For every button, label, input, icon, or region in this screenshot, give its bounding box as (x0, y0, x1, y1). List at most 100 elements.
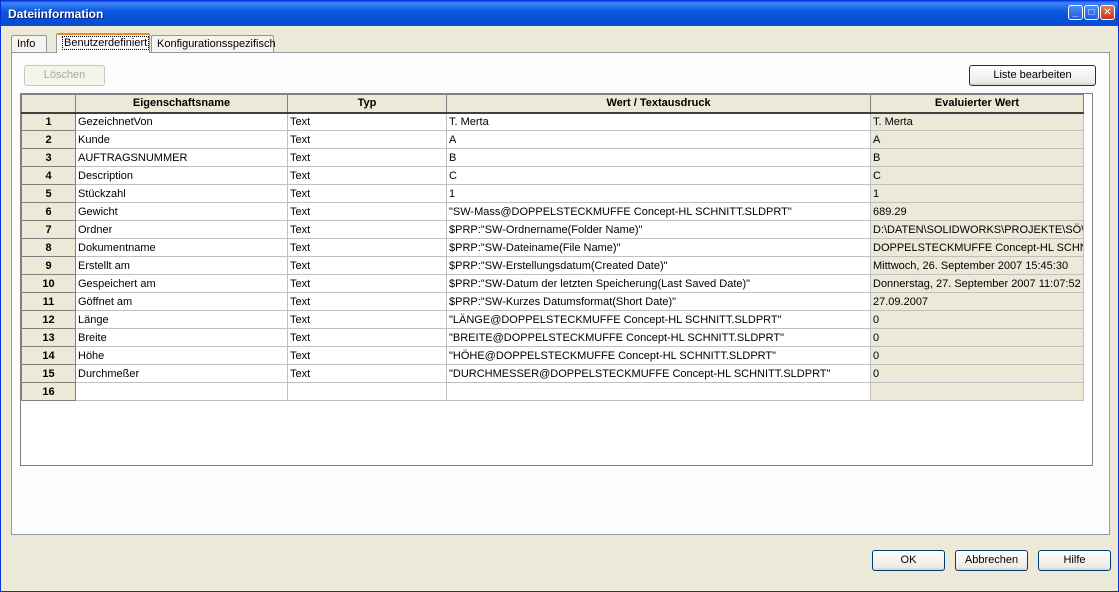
close-icon[interactable]: ✕ (1100, 5, 1115, 20)
row-number[interactable]: 14 (21, 346, 76, 365)
value-cell[interactable]: T. Merta (446, 112, 871, 131)
row-number[interactable]: 1 (21, 112, 76, 131)
table-row[interactable]: 5 Stückzahl Text 1 1 (21, 184, 1084, 203)
type-cell[interactable]: Text (287, 328, 447, 347)
value-cell[interactable]: 1 (446, 184, 871, 203)
row-number[interactable]: 6 (21, 202, 76, 221)
property-name-cell[interactable] (75, 382, 288, 401)
row-number[interactable]: 8 (21, 238, 76, 257)
title-bar[interactable]: Dateiinformation _ □ ✕ (1, 1, 1118, 26)
tab-benutzerdefiniert[interactable]: Benutzerdefiniert (56, 33, 150, 53)
table-row[interactable]: 9 Erstellt am Text $PRP:"SW-Erstellungsdatu… (21, 256, 1084, 275)
table-row[interactable]: 1 GezeichnetVon Text T. Merta T. Merta (21, 112, 1084, 131)
value-cell[interactable]: "DURCHMESSER@DOPPELSTECKMUFFE Concept-HL… (446, 364, 871, 383)
value-cell[interactable]: "BREITE@DOPPELSTECKMUFFE Concept-HL SCHN… (446, 328, 871, 347)
value-cell[interactable]: $PRP:"SW-Datum der letzten Speicherung(L… (446, 274, 871, 293)
table-row[interactable]: 12 Länge Text "LÄNGE@DOPPELSTECKMUFFE Conce… (21, 310, 1084, 329)
cancel-button[interactable]: Abbrechen (955, 550, 1028, 571)
row-number[interactable]: 10 (21, 274, 76, 293)
property-name-cell[interactable]: Kunde (75, 130, 288, 149)
table-row[interactable]: 7 Ordner Text $PRP:"SW-Ordnername(Folder Na… (21, 220, 1084, 239)
row-number[interactable]: 12 (21, 310, 76, 329)
table-row[interactable]: 14 Höhe Text "HÖHE@DOPPELSTECKMUFFE Concept… (21, 346, 1084, 365)
type-cell[interactable]: Text (287, 166, 447, 185)
value-cell[interactable]: "HÖHE@DOPPELSTECKMUFFE Concept-HL SCHNIT… (446, 346, 871, 365)
maximize-icon[interactable]: □ (1084, 5, 1099, 20)
column-header-value[interactable]: Wert / Textausdruck (446, 94, 871, 114)
table-row[interactable]: 13 Breite Text "BREITE@DOPPELSTECKMUFFE Con… (21, 328, 1084, 347)
table-row[interactable]: 10 Gespeichert am Text $PRP:"SW-Datum der l… (21, 274, 1084, 293)
row-number[interactable]: 7 (21, 220, 76, 239)
table-row[interactable]: 16 (21, 382, 1084, 401)
row-number[interactable]: 4 (21, 166, 76, 185)
value-cell[interactable]: B (446, 148, 871, 167)
type-cell[interactable]: Text (287, 130, 447, 149)
value-cell[interactable] (446, 382, 871, 401)
value-cell[interactable]: $PRP:"SW-Erstellungsdatum(Created Date)" (446, 256, 871, 275)
edit-list-button[interactable]: Liste bearbeiten (969, 65, 1096, 86)
property-name-cell[interactable]: Länge (75, 310, 288, 329)
property-name-cell[interactable]: Dokumentname (75, 238, 288, 257)
type-cell[interactable]: Text (287, 220, 447, 239)
property-name-cell[interactable]: GezeichnetVon (75, 112, 288, 131)
delete-button[interactable]: Löschen (24, 65, 105, 86)
table-row[interactable]: 15 Durchmeßer Text "DURCHMESSER@DOPPELSTECK… (21, 364, 1084, 383)
table-row[interactable]: 2 Kunde Text A A (21, 130, 1084, 149)
property-name-cell[interactable]: Höhe (75, 346, 288, 365)
table-row[interactable]: 3 AUFTRAGSNUMMER Text B B (21, 148, 1084, 167)
column-header-evaluated[interactable]: Evaluierter Wert (870, 94, 1084, 114)
type-cell[interactable]: Text (287, 364, 447, 383)
table-row[interactable]: 11 Göffnet am Text $PRP:"SW-Kurzes Datumsfo… (21, 292, 1084, 311)
type-cell[interactable]: Text (287, 310, 447, 329)
value-cell[interactable]: "SW-Mass@DOPPELSTECKMUFFE Concept-HL SCH… (446, 202, 871, 221)
property-name-cell[interactable]: Breite (75, 328, 288, 347)
column-header-name[interactable]: Eigenschaftsname (75, 94, 288, 114)
minimize-icon[interactable]: _ (1068, 5, 1083, 20)
property-name-cell[interactable]: Stückzahl (75, 184, 288, 203)
table-row[interactable]: 6 Gewicht Text "SW-Mass@DOPPELSTECKMUFFE Co… (21, 202, 1084, 221)
type-cell[interactable]: Text (287, 184, 447, 203)
type-cell[interactable]: Text (287, 292, 447, 311)
type-cell[interactable]: Text (287, 112, 447, 131)
value-cell[interactable]: $PRP:"SW-Dateiname(File Name)" (446, 238, 871, 257)
row-number[interactable]: 2 (21, 130, 76, 149)
evaluated-value-cell: 27.09.2007 (870, 292, 1084, 311)
type-cell[interactable]: Text (287, 202, 447, 221)
value-cell[interactable]: C (446, 166, 871, 185)
tab-konfigurationsspezifisch[interactable]: Konfigurationsspezifisch (151, 35, 276, 53)
help-button[interactable]: Hilfe (1038, 550, 1111, 571)
value-cell[interactable]: A (446, 130, 871, 149)
type-cell[interactable]: Text (287, 274, 447, 293)
type-cell[interactable]: Text (287, 256, 447, 275)
type-cell[interactable]: Text (287, 346, 447, 365)
property-name-cell[interactable]: Durchmeßer (75, 364, 288, 383)
table-row[interactable]: 4 Description Text C C (21, 166, 1084, 185)
property-name-cell[interactable]: Ordner (75, 220, 288, 239)
value-cell[interactable]: $PRP:"SW-Kurzes Datumsformat(Short Date)… (446, 292, 871, 311)
corner-cell[interactable] (21, 94, 76, 114)
table-row[interactable]: 8 Dokumentname Text $PRP:"SW-Dateiname(File… (21, 238, 1084, 257)
row-number[interactable]: 5 (21, 184, 76, 203)
property-name-cell[interactable]: Gewicht (75, 202, 288, 221)
property-name-cell[interactable]: Description (75, 166, 288, 185)
row-number[interactable]: 13 (21, 328, 76, 347)
type-cell[interactable]: Text (287, 238, 447, 257)
ok-button[interactable]: OK (872, 550, 945, 571)
property-name-cell[interactable]: AUFTRAGSNUMMER (75, 148, 288, 167)
row-number[interactable]: 11 (21, 292, 76, 311)
row-number[interactable]: 9 (21, 256, 76, 275)
column-header-type[interactable]: Typ (287, 94, 447, 114)
row-number[interactable]: 3 (21, 148, 76, 167)
value-cell[interactable]: "LÄNGE@DOPPELSTECKMUFFE Concept-HL SCHNI… (446, 310, 871, 329)
value-cell[interactable]: $PRP:"SW-Ordnername(Folder Name)" (446, 220, 871, 239)
tab-info[interactable]: Info (11, 35, 47, 53)
property-name-cell[interactable]: Göffnet am (75, 292, 288, 311)
type-cell[interactable] (287, 382, 447, 401)
row-number[interactable]: 16 (21, 382, 76, 401)
evaluated-value-cell: A (870, 130, 1084, 149)
type-cell[interactable]: Text (287, 148, 447, 167)
property-name-cell[interactable]: Erstellt am (75, 256, 288, 275)
property-name-cell[interactable]: Gespeichert am (75, 274, 288, 293)
row-number[interactable]: 15 (21, 364, 76, 383)
properties-grid[interactable]: Eigenschaftsname Typ Wert / Textausdruck… (20, 93, 1093, 466)
